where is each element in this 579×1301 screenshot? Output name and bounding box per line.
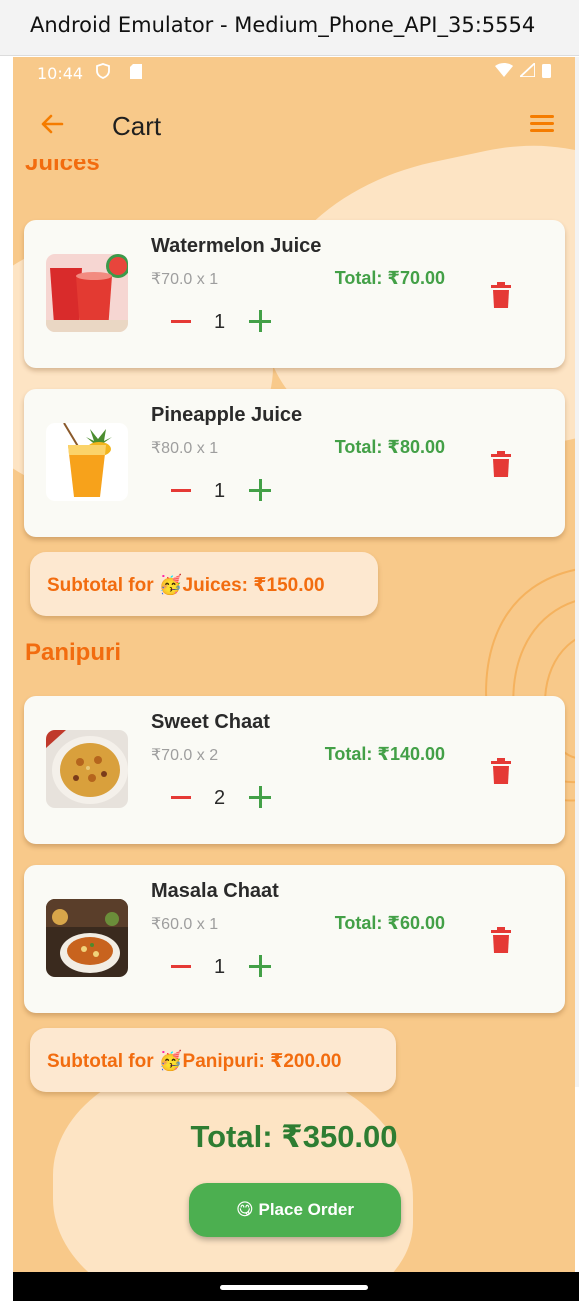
trash-icon[interactable] [491, 927, 511, 953]
item-name: Pineapple Juice [151, 404, 303, 426]
cart-item-sweet-chaat: Sweet Chaat ₹70.0 x 2 Total: ₹140.00 2 [24, 696, 565, 844]
section-title-panipuri: Panipuri [25, 639, 122, 666]
plus-icon[interactable] [249, 955, 271, 977]
minus-icon[interactable] [171, 489, 191, 492]
wifi-icon [494, 63, 513, 77]
item-image [46, 730, 128, 808]
section-title-juices: Juices [25, 159, 100, 176]
cart-item-watermelon-juice: Watermelon Juice ₹70.0 x 1 Total: ₹70.00… [24, 220, 565, 368]
battery-icon [542, 64, 551, 78]
sweet-chaat-image [46, 730, 128, 808]
plus-icon[interactable] [249, 310, 271, 332]
plus-icon[interactable] [249, 479, 271, 501]
quantity-value: 1 [214, 956, 226, 978]
shield-icon [96, 63, 110, 79]
item-total: Total: ₹70.00 [334, 268, 445, 288]
grand-total: Total: ₹350.00 [190, 1119, 398, 1154]
cart-item-pineapple-juice: Pineapple Juice ₹80.0 x 1 Total: ₹80.00 … [24, 389, 565, 537]
item-unit-price: ₹60.0 x 1 [151, 916, 219, 933]
pineapple-juice-image [46, 423, 128, 501]
quantity-value: 2 [214, 787, 226, 809]
item-total: Total: ₹140.00 [324, 744, 445, 764]
masala-chaat-image [46, 899, 128, 977]
subtotal-juices: Subtotal for 🥳Juices: ₹150.00 [30, 552, 378, 616]
emulator-frame [575, 57, 579, 1087]
status-time: 10:44 [37, 64, 84, 83]
item-total: Total: ₹60.00 [334, 913, 445, 933]
item-name: Masala Chaat [151, 880, 279, 902]
system-icons [494, 60, 551, 80]
cart-item-masala-chaat: Masala Chaat ₹60.0 x 1 Total: ₹60.00 1 [24, 865, 565, 1013]
trash-icon[interactable] [491, 451, 511, 477]
item-image [46, 899, 128, 977]
hamburger-menu-icon[interactable] [527, 111, 557, 141]
quantity-value: 1 [214, 311, 226, 333]
minus-icon[interactable] [171, 796, 191, 799]
cart-list[interactable]: Juices Watermelon Juice ₹70.0 x 1 Total:… [13, 159, 575, 1272]
item-unit-price: ₹70.0 x 2 [151, 747, 219, 764]
emulator-window-title: Android Emulator - Medium_Phone_API_35:5… [0, 0, 579, 56]
subtotal-panipuri: Subtotal for 🥳Panipuri: ₹200.00 [30, 1028, 396, 1092]
page-title: Cart [112, 111, 162, 141]
status-bar: 10:44 [13, 57, 575, 89]
place-order-button[interactable]: 😋 Place Order [189, 1183, 401, 1237]
signal-icon [517, 60, 536, 78]
arrow-left-icon[interactable] [37, 109, 67, 139]
phone-screen: 10:44 Cart Juices Watermelon Juice ₹70.0… [13, 57, 575, 1272]
trash-icon[interactable] [491, 758, 511, 784]
item-unit-price: ₹70.0 x 1 [151, 271, 219, 288]
quantity-value: 1 [214, 480, 226, 502]
minus-icon[interactable] [171, 965, 191, 968]
item-name: Watermelon Juice [151, 235, 322, 257]
item-name: Sweet Chaat [151, 711, 270, 733]
trash-icon[interactable] [491, 282, 511, 308]
item-unit-price: ₹80.0 x 1 [151, 440, 219, 457]
plus-icon[interactable] [249, 786, 271, 808]
item-image [46, 254, 128, 332]
minus-icon[interactable] [171, 320, 191, 323]
sd-card-icon [130, 64, 143, 79]
item-total: Total: ₹80.00 [334, 437, 445, 457]
item-image [46, 423, 128, 501]
watermelon-juice-image [46, 254, 128, 332]
home-gesture-handle[interactable] [220, 1285, 368, 1290]
app-bar: Cart [13, 89, 575, 159]
notification-icons [96, 63, 143, 81]
